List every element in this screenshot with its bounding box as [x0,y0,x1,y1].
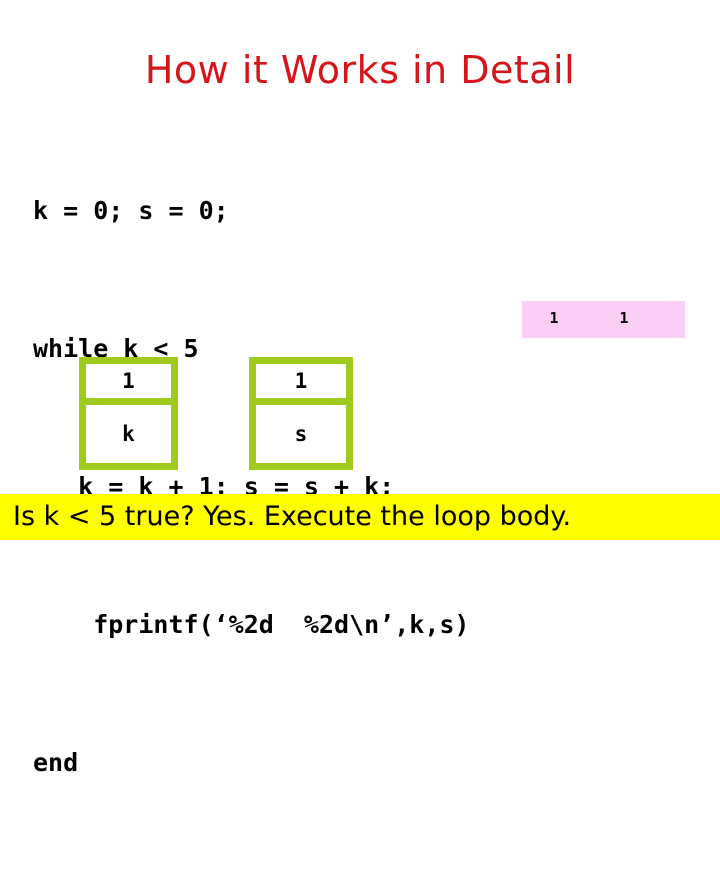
code-line-4: fprintf(‘%2d %2d\n’,k,s) [33,610,470,639]
code-line-5: end [33,748,79,777]
code-block: k = 0; s = 0; while k < 5 k = k + 1; s =… [33,96,683,878]
page-title: How it Works in Detail [144,48,576,93]
output-value-k: 1 [549,309,559,327]
variable-box-s: 1 s [249,357,353,470]
explanation-text: Is k < 5 true? Yes. Execute the loop bod… [13,501,572,532]
variable-name-s: s [256,405,346,463]
variable-box-k: 1 k [79,357,178,470]
explanation-banner: Is k < 5 true? Yes. Execute the loop bod… [0,494,720,540]
output-value-s: 1 [619,309,629,327]
variable-value-k: 1 [86,364,171,405]
variable-value-s: 1 [256,364,346,405]
slide-canvas: How it Works in Detail k = 0; s = 0; whi… [0,0,720,777]
variable-name-k: k [86,405,171,463]
code-line-1: k = 0; s = 0; [33,196,229,225]
console-output-box: 1 1 [522,301,685,338]
